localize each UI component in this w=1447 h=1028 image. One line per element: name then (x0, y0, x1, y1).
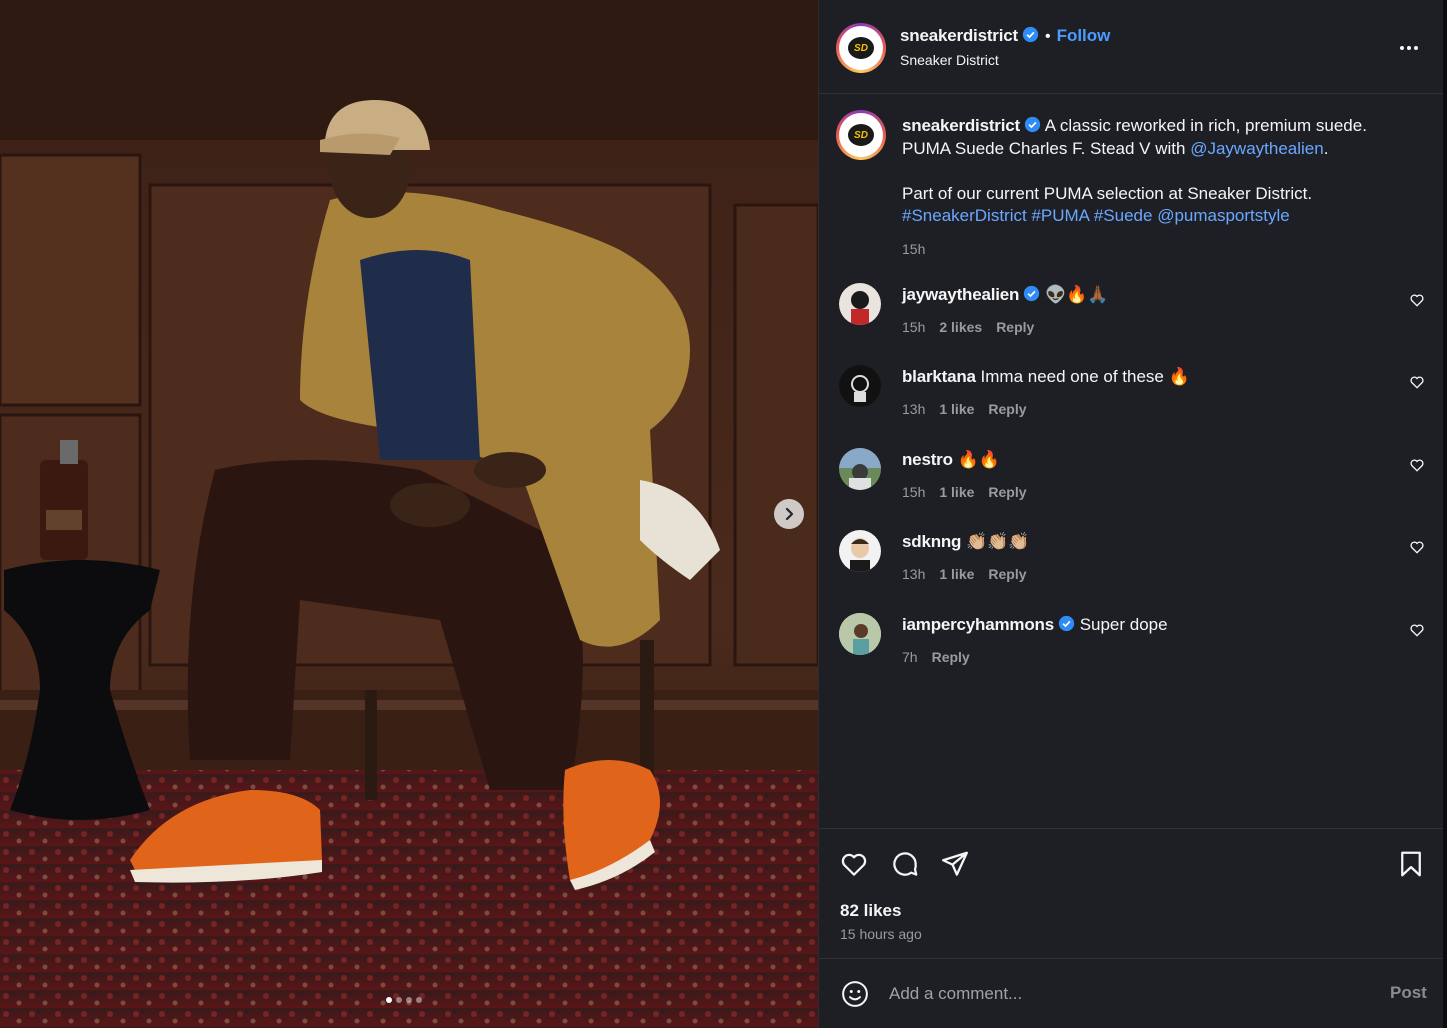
commenter-avatar[interactable] (839, 613, 881, 655)
like-comment-heart-icon[interactable] (1409, 374, 1425, 390)
instagram-post-viewer: SD sneakerdistrict • Follow Sneaker Distri… (0, 0, 1447, 1028)
hashtag-link[interactable]: #SneakerDistrict (902, 206, 1027, 225)
comment-item: nestro 🔥🔥 15h 1 like Reply (819, 448, 1444, 518)
comment-text: Imma need one of these 🔥 (980, 367, 1190, 386)
like-heart-icon[interactable] (839, 849, 869, 879)
comment-input[interactable] (889, 981, 1359, 1007)
more-options-button[interactable] (1397, 36, 1421, 60)
comment-likes[interactable]: 1 like (939, 484, 974, 500)
save-bookmark-icon[interactable] (1396, 849, 1426, 879)
like-comment-heart-icon[interactable] (1409, 539, 1425, 555)
comment-text: Super dope (1079, 615, 1168, 634)
caption-line-2-end: . (1323, 138, 1329, 158)
hashtag-link[interactable]: #PUMA (1031, 206, 1089, 225)
comment-username[interactable]: jaywaythealien (902, 285, 1019, 304)
caption-line-3: Part of our current PUMA selection at Sn… (902, 183, 1313, 203)
carousel-indicator (386, 997, 422, 1003)
caption-avatar[interactable]: SD (836, 110, 886, 160)
likes-count[interactable]: 82 likes (840, 901, 901, 921)
caption-line-1: A classic reworked in rich, premium sued… (1044, 116, 1367, 135)
like-comment-heart-icon[interactable] (1409, 622, 1425, 638)
reply-button[interactable]: Reply (932, 649, 970, 665)
caption-text: sneakerdistrict A classic reworked in ri… (902, 115, 1402, 260)
post-timestamp: 15 hours ago (840, 926, 922, 942)
caption-time: 15h (902, 240, 926, 257)
reply-button[interactable]: Reply (996, 319, 1034, 335)
commenter-avatar[interactable] (839, 283, 881, 325)
chevron-right-icon (785, 507, 794, 521)
sneakerdistrict-logo: SD (848, 124, 874, 146)
post-comment-button[interactable]: Post (1390, 983, 1427, 1003)
post-header: SD sneakerdistrict • Follow Sneaker Distri… (819, 0, 1444, 94)
hashtag-link[interactable]: #Suede (1094, 206, 1153, 225)
comment-likes[interactable]: 2 likes (939, 319, 982, 335)
mention-link[interactable]: @pumasportstyle (1157, 206, 1290, 225)
comment-item: jaywaythealien 👽🔥🙏🏾 15h 2 likes Reply (819, 283, 1444, 353)
comment-text: 👏🏼👏🏼👏🏼 (965, 532, 1030, 551)
comment-username[interactable]: nestro (902, 450, 953, 469)
window-edge (1443, 0, 1447, 1028)
carousel-dot (396, 997, 402, 1003)
comment-username[interactable]: iampercyhammons (902, 615, 1054, 634)
commenter-avatar[interactable] (839, 530, 881, 572)
comment-item: iampercyhammons Super dope 7h Reply (819, 613, 1444, 683)
caption-username[interactable]: sneakerdistrict (902, 116, 1020, 135)
comment-bubble-icon[interactable] (890, 849, 920, 879)
like-comment-heart-icon[interactable] (1409, 292, 1425, 308)
comment-likes[interactable]: 1 like (939, 566, 974, 582)
comment-time: 13h (902, 566, 926, 582)
reply-button[interactable]: Reply (988, 401, 1026, 417)
comment-likes[interactable]: 1 like (939, 401, 974, 417)
comment-time: 7h (902, 649, 918, 665)
commenter-avatar[interactable] (839, 448, 881, 490)
verified-badge-icon (1022, 26, 1039, 43)
carousel-dot (416, 997, 422, 1003)
share-send-icon[interactable] (940, 849, 970, 879)
follow-button[interactable]: Follow (1057, 26, 1111, 45)
comment-text: 👽🔥🙏🏾 (1044, 285, 1109, 304)
carousel-next-button[interactable] (774, 499, 804, 529)
carousel-dot (386, 997, 392, 1003)
post-side-panel: SD sneakerdistrict • Follow Sneaker Distri… (818, 0, 1444, 1028)
post-actions: 82 likes 15 hours ago (819, 828, 1444, 958)
like-comment-heart-icon[interactable] (1409, 457, 1425, 473)
comment-item: sdknng 👏🏼👏🏼👏🏼 13h 1 like Reply (819, 530, 1444, 600)
mention-link[interactable]: @Jaywaythealien (1190, 139, 1324, 158)
comment-item: blarktana Imma need one of these 🔥 13h 1 … (819, 365, 1444, 435)
verified-badge-icon (1024, 116, 1041, 133)
add-comment-bar: Post (819, 958, 1444, 1028)
reply-button[interactable]: Reply (988, 484, 1026, 500)
sneakerdistrict-logo: SD (848, 37, 874, 59)
verified-badge-icon (1058, 615, 1075, 632)
post-media[interactable] (0, 0, 818, 1028)
author-avatar[interactable]: SD (836, 23, 886, 73)
comment-time: 15h (902, 484, 926, 500)
carousel-dot (406, 997, 412, 1003)
emoji-icon[interactable] (840, 979, 870, 1009)
comment-text: 🔥🔥 (957, 450, 1000, 469)
comment-time: 15h (902, 319, 926, 335)
commenter-avatar[interactable] (839, 365, 881, 407)
comment-username[interactable]: sdknng (902, 532, 961, 551)
caption-line-2: PUMA Suede Charles F. Stead V with (902, 138, 1191, 158)
reply-button[interactable]: Reply (988, 566, 1026, 582)
author-subtitle[interactable]: Sneaker District (900, 52, 999, 68)
comment-username[interactable]: blarktana (902, 367, 976, 386)
verified-badge-icon (1024, 285, 1040, 302)
author-username[interactable]: sneakerdistrict (900, 26, 1018, 45)
comment-time: 13h (902, 401, 926, 417)
post-photo (0, 0, 818, 1028)
separator-dot: • (1044, 28, 1051, 45)
